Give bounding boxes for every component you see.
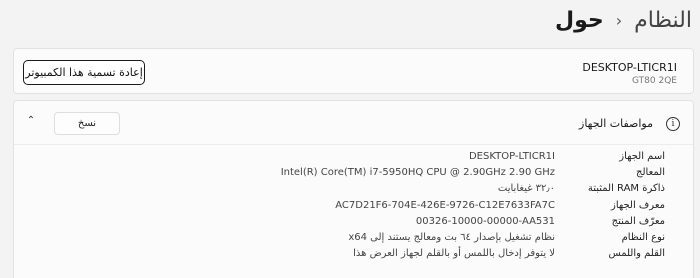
spec-row-device-name: اسم الجهاز DESKTOP-LTICR1I	[14, 151, 693, 167]
device-specifications-card: i مواصفات الجهاز نسخ ⌃ اسم الجهاز DESKTO…	[13, 100, 694, 278]
copy-button[interactable]: نسخ	[54, 112, 120, 135]
info-icon: i	[666, 117, 680, 131]
spec-value: Intel(R) Core(TM) i7-5950HQ CPU @ 2.90GH…	[280, 167, 555, 179]
spec-label: القلم واللمس	[608, 248, 665, 260]
spec-row-ram: ذاكرة RAM المثبتة ٣٢٫٠ غيغابايت	[14, 183, 693, 199]
rename-pc-button[interactable]: إعادة تسمية هذا الكمبيوتر	[23, 60, 145, 85]
spec-row-product-id: معرّف المنتج 00326-10000-00000-AA531	[14, 216, 693, 232]
spec-row-pen-touch: القلم واللمس لا يتوفر إدخال باللمس أو با…	[14, 248, 693, 264]
page-title: حول	[555, 8, 604, 33]
spec-value: DESKTOP-LTICR1I	[468, 151, 555, 162]
specs-title: مواصفات الجهاز	[579, 117, 653, 130]
device-name-card: إعادة تسمية هذا الكمبيوتر DESKTOP-LTICR1…	[13, 48, 694, 94]
breadcrumb-parent-system[interactable]: النظام	[634, 8, 692, 33]
spec-label: نوع النظام	[621, 231, 665, 243]
spec-label: المعالج	[636, 167, 665, 179]
chevron-up-icon[interactable]: ⌃	[24, 114, 38, 128]
spec-value: AC7D21F6-704E-426E-9726-C12E7633FA7C	[335, 199, 555, 211]
spec-value: لا يتوفر إدخال باللمس أو بالقلم لجهاز ال…	[353, 248, 555, 260]
spec-value: 00326-10000-00000-AA531	[415, 215, 555, 227]
spec-row-processor: المعالج Intel(R) Core(TM) i7-5950HQ CPU …	[14, 167, 693, 183]
spec-label: معرف الجهاز	[610, 199, 665, 211]
spec-row-device-id: معرف الجهاز AC7D21F6-704E-426E-9726-C12E…	[14, 200, 693, 216]
device-name: DESKTOP-LTICR1I	[582, 61, 677, 74]
spec-value: نظام تشغيل بإصدار ٦٤ بت ومعالج يستند إلى…	[348, 231, 555, 243]
specs-header[interactable]: i مواصفات الجهاز نسخ ⌃	[14, 101, 693, 145]
spec-label: معرّف المنتج	[611, 215, 665, 227]
spec-label: اسم الجهاز	[619, 151, 665, 162]
spec-rows: اسم الجهاز DESKTOP-LTICR1I المعالج Intel…	[14, 151, 693, 264]
breadcrumb: النظام ‹ حول	[555, 8, 692, 33]
spec-row-system-type: نوع النظام نظام تشغيل بإصدار ٦٤ بت ومعال…	[14, 232, 693, 248]
chevron-left-icon: ‹	[615, 11, 623, 30]
spec-value: ٣٢٫٠ غيغابايت	[497, 183, 555, 195]
device-model: GT80 2QE	[632, 76, 677, 86]
spec-label: ذاكرة RAM المثبتة	[587, 183, 665, 195]
